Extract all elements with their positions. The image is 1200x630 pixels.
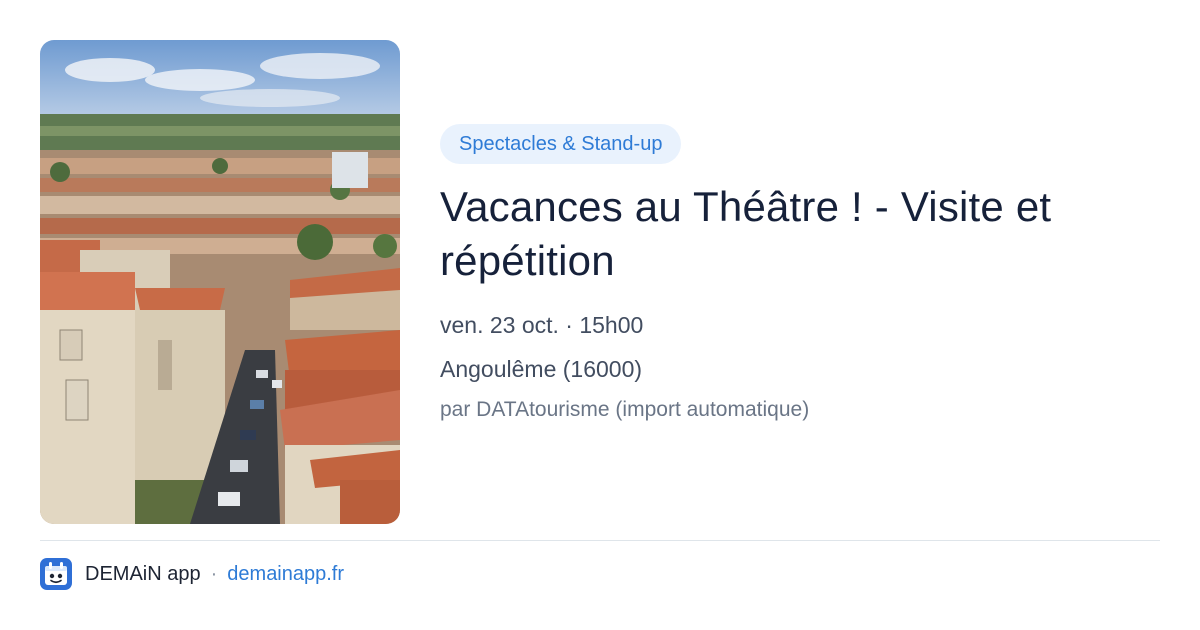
category-badge[interactable]: Spectacles & Stand-up [440, 124, 682, 164]
demain-app-icon [40, 558, 72, 590]
app-name: DEMAiN app [85, 562, 201, 585]
city-rooftops-photo [40, 40, 400, 524]
site-link[interactable]: demainapp.fr [227, 563, 344, 586]
event-title: Vacances au Théâtre ! - Visite et répéti… [440, 183, 1052, 284]
footer-separator: · [210, 562, 218, 585]
footer: DEMAiN app · demainapp.fr [40, 558, 344, 590]
event-source: par DATAtourisme (import automatique) [440, 398, 810, 421]
event-photo [40, 40, 400, 524]
event-details: Spectacles & Stand-up Vacances au Théâtr… [440, 124, 1160, 424]
event-share-card: Spectacles & Stand-up Vacances au Théâtr… [0, 0, 1200, 630]
event-location: Angoulême (16000) [440, 356, 643, 382]
event-datetime: ven. 23 oct. · 15h00 [440, 312, 644, 338]
footer-divider [40, 540, 1160, 541]
